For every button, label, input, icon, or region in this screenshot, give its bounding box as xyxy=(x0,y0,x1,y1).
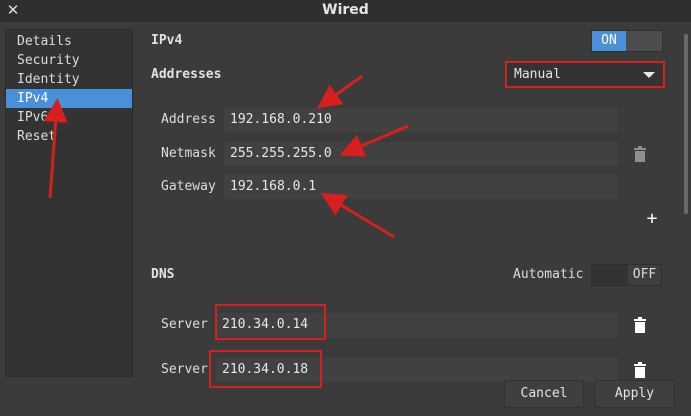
gateway-label: Gateway xyxy=(161,179,216,194)
netmask-field[interactable]: 255.255.255.0 xyxy=(224,142,618,166)
cancel-button[interactable]: Cancel xyxy=(504,380,584,408)
sidebar: Details Security Identity IPv4 IPv6 Rese… xyxy=(5,29,133,377)
ipv4-toggle[interactable]: ON xyxy=(591,30,663,52)
dns-toggle-knob xyxy=(592,265,628,285)
dns-toggle-off-label: OFF xyxy=(628,265,661,285)
chevron-down-icon xyxy=(643,72,655,78)
address-field[interactable]: 192.168.0.210 xyxy=(224,108,618,132)
delete-server-1-icon[interactable] xyxy=(631,316,649,334)
dns-heading: DNS xyxy=(151,267,175,282)
dns-automatic-label: Automatic xyxy=(513,267,584,282)
dns-server-label-1: Server xyxy=(161,317,208,332)
ipv4-toggle-knob xyxy=(626,31,662,51)
address-label: Address xyxy=(161,112,216,127)
sidebar-item-security[interactable]: Security xyxy=(6,51,132,70)
dns-automatic-toggle[interactable]: OFF xyxy=(591,264,662,286)
sidebar-item-reset[interactable]: Reset xyxy=(6,127,132,146)
window-title: Wired xyxy=(322,2,369,18)
arrow-gateway xyxy=(320,192,395,239)
apply-button[interactable]: Apply xyxy=(594,380,675,408)
dns-server-field-1[interactable]: 210.34.0.14 xyxy=(216,313,618,337)
gateway-field[interactable]: 192.168.0.1 xyxy=(224,175,618,199)
scrollbar[interactable] xyxy=(684,34,688,214)
sidebar-item-details[interactable]: Details xyxy=(6,32,132,51)
arrow-address xyxy=(317,74,363,109)
ipv4-heading: IPv4 xyxy=(151,33,183,48)
sidebar-item-ipv4[interactable]: IPv4 xyxy=(6,89,132,108)
method-value: Manual xyxy=(514,67,561,82)
dns-server-field-2[interactable]: 210.34.0.18 xyxy=(216,358,618,382)
delete-server-2-icon[interactable] xyxy=(631,361,649,379)
sidebar-item-identity[interactable]: Identity xyxy=(6,70,132,89)
dns-server-label-2: Server xyxy=(161,362,208,377)
title-bar: ✕ Wired xyxy=(0,0,691,22)
add-address-icon[interactable]: + xyxy=(645,210,659,228)
ipv4-toggle-on-label: ON xyxy=(592,31,626,51)
method-dropdown[interactable]: Manual xyxy=(505,61,665,88)
netmask-label: Netmask xyxy=(161,146,216,161)
addresses-heading: Addresses xyxy=(151,67,222,82)
delete-address-icon[interactable] xyxy=(631,145,649,163)
sidebar-item-ipv6[interactable]: IPv6 xyxy=(6,108,132,127)
